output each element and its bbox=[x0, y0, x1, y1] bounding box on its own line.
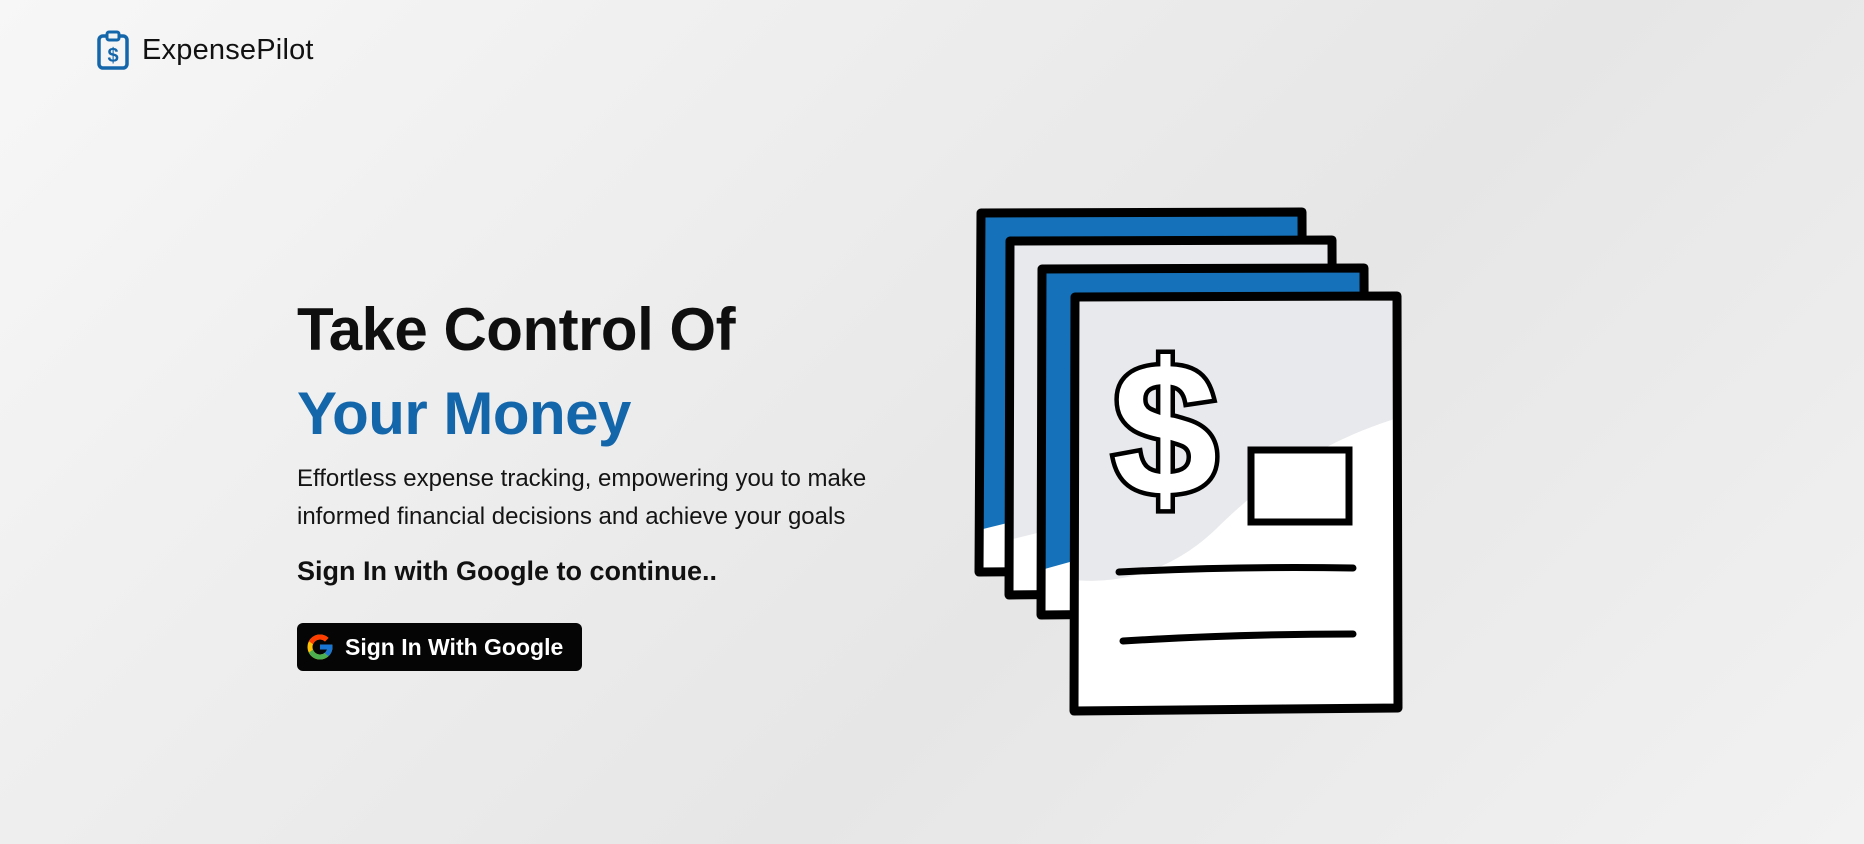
clipboard-dollar-icon: $ bbox=[96, 30, 130, 70]
tagline: Effortless expense tracking, empowering … bbox=[297, 465, 867, 530]
brand-logo[interactable]: $ ExpensePilot bbox=[96, 30, 314, 70]
hero-section: Take Control Of Your Money Effortless ex… bbox=[297, 300, 937, 671]
expense-documents-illustration: $ bbox=[965, 200, 1415, 730]
google-signin-button[interactable]: Sign In With Google bbox=[297, 623, 582, 671]
headline-line-2: Your Money bbox=[297, 380, 631, 447]
google-icon bbox=[305, 632, 335, 662]
signin-prompt: Sign In with Google to continue.. bbox=[297, 556, 717, 586]
dollar-symbol: $ bbox=[1112, 324, 1218, 536]
headline-line-1: Take Control Of bbox=[297, 296, 736, 363]
svg-text:$: $ bbox=[107, 45, 118, 67]
brand-name: ExpensePilot bbox=[142, 33, 314, 66]
front-page: $ bbox=[1069, 291, 1403, 716]
google-signin-label: Sign In With Google bbox=[345, 633, 564, 660]
